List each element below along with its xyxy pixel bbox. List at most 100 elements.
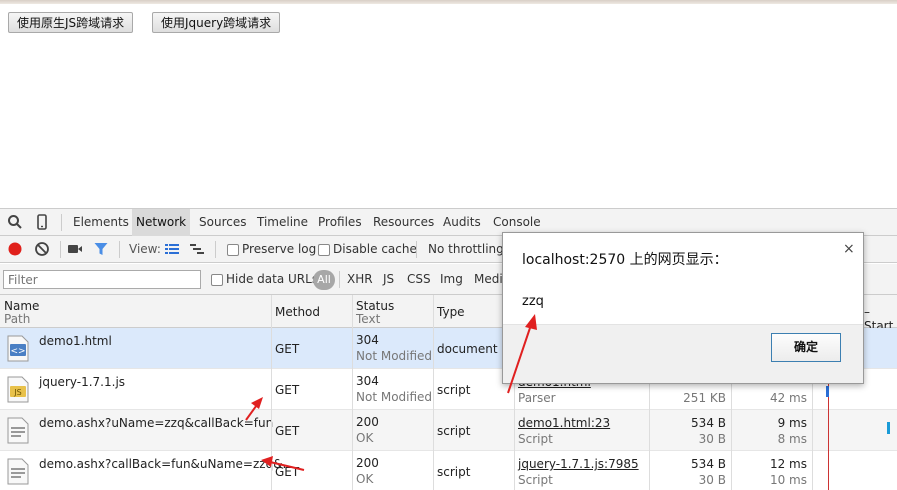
tab-profiles[interactable]: Profiles — [314, 209, 366, 236]
filter-input[interactable] — [3, 270, 201, 289]
column-method[interactable]: Method — [271, 295, 352, 328]
request-method: GET — [275, 383, 300, 397]
preserve-log-label: Preserve log — [242, 242, 317, 256]
column-name-label: Name — [4, 299, 40, 313]
table-row[interactable]: demo.ashx?callBack=fun&uName=zzq&... GET… — [0, 451, 897, 490]
request-status-text: OK — [356, 431, 374, 445]
inspect-search-icon[interactable] — [7, 214, 23, 230]
device-mode-icon[interactable] — [34, 214, 50, 230]
column-status-label: Status — [356, 299, 395, 313]
column-divider — [433, 295, 434, 490]
svg-text:JS: JS — [13, 388, 21, 397]
request-initiator-link[interactable]: demo1.html:23 — [518, 416, 610, 430]
tab-timeline[interactable]: Timeline — [253, 209, 312, 236]
request-name: demo.ashx?callBack=fun&uName=zzq&... — [39, 457, 294, 471]
request-content-size: 30 B — [698, 473, 726, 487]
column-divider — [352, 295, 353, 490]
column-name-path[interactable]: Name Path — [0, 295, 271, 328]
preserve-log-checkbox[interactable] — [227, 244, 239, 256]
overview-icon[interactable] — [189, 241, 205, 257]
request-status: 200 — [356, 415, 379, 429]
request-latency: 10 ms — [769, 473, 807, 487]
tab-elements[interactable]: Elements — [69, 209, 133, 236]
html-file-icon: <> — [7, 335, 29, 362]
filter-type-js[interactable]: JS — [383, 264, 394, 295]
request-name: jquery-1.7.1.js — [39, 375, 126, 389]
filter-separator — [339, 271, 340, 288]
throttling-select[interactable]: No throttling — [428, 236, 504, 263]
waterfall-bar — [826, 386, 829, 397]
tab-audits[interactable]: Audits — [439, 209, 485, 236]
filter-type-css[interactable]: CSS — [407, 264, 431, 295]
request-type: script — [437, 465, 471, 479]
request-initiator-kind: Script — [518, 473, 553, 487]
toolbar-separator — [119, 241, 120, 258]
ok-button[interactable]: 确定 — [771, 333, 841, 362]
waterfall-bar — [887, 422, 890, 434]
js-file-icon: JS — [7, 376, 29, 403]
request-latency: 8 ms — [777, 432, 807, 446]
request-initiator-kind: Script — [518, 432, 553, 446]
hide-data-urls-checkbox[interactable] — [211, 274, 223, 286]
clear-icon[interactable] — [34, 241, 50, 257]
column-text-label: Text — [356, 312, 381, 326]
tab-sources[interactable]: Sources — [195, 209, 250, 236]
request-status: 304 — [356, 374, 379, 388]
dialog-message: zzq — [522, 294, 544, 309]
request-initiator-link[interactable]: jquery-1.7.1.js:7985 — [518, 457, 639, 471]
native-js-request-button[interactable]: 使用原生JS跨域请求 — [8, 12, 134, 33]
jquery-request-button[interactable]: 使用Jquery跨域请求 — [152, 12, 281, 33]
column-method-label: Method — [275, 305, 321, 319]
request-status: 304 — [356, 333, 379, 347]
request-time: 9 ms — [777, 416, 807, 430]
request-content-size: 251 KB — [683, 391, 726, 405]
request-status-text: Not Modified — [356, 390, 433, 404]
toolbar-separator — [215, 241, 216, 258]
tab-separator — [61, 214, 62, 231]
filter-type-all[interactable]: All — [313, 270, 335, 290]
close-icon[interactable]: × — [843, 241, 855, 257]
request-method: GET — [275, 342, 300, 356]
table-row[interactable]: demo.ashx?uName=zzq&callBack=fun GET 200… — [0, 410, 897, 451]
disable-cache-label: Disable cache — [333, 242, 417, 256]
request-status-text: Not Modified — [356, 349, 433, 363]
request-name: demo1.html — [39, 334, 112, 348]
request-method: GET — [275, 424, 300, 438]
browser-top-edge — [0, 0, 897, 4]
video-camera-icon[interactable] — [67, 241, 83, 257]
svg-text:<>: <> — [10, 347, 25, 357]
column-type-label: Type — [437, 305, 465, 319]
request-type: document — [437, 342, 498, 356]
column-timeline[interactable]: – Start — [863, 295, 897, 333]
hide-data-urls-label: Hide data URLs — [226, 272, 319, 286]
request-status: 200 — [356, 456, 379, 470]
script-file-icon — [7, 458, 29, 485]
tab-network[interactable]: Network — [132, 209, 191, 236]
alert-dialog: localhost:2570 上的网页显示： × zzq 确定 — [502, 232, 864, 384]
filter-type-xhr[interactable]: XHR — [347, 264, 373, 295]
request-name: demo.ashx?uName=zzq&callBack=fun — [39, 416, 274, 430]
view-label: View: — [129, 242, 161, 256]
toolbar-separator — [416, 241, 417, 258]
request-size: 534 B — [691, 416, 726, 430]
record-icon[interactable] — [7, 241, 23, 257]
script-file-icon — [7, 417, 29, 444]
large-rows-icon[interactable] — [164, 241, 180, 257]
request-status-text: OK — [356, 472, 374, 486]
disable-cache-checkbox[interactable] — [318, 244, 330, 256]
request-content-size: 30 B — [698, 432, 726, 446]
column-divider — [271, 295, 272, 490]
dialog-title: localhost:2570 上的网页显示： — [522, 252, 728, 268]
request-size: 534 B — [691, 457, 726, 471]
toolbar-separator — [60, 241, 61, 258]
request-method: GET — [275, 465, 300, 479]
column-path-label: Path — [4, 312, 31, 326]
filter-type-img[interactable]: Img — [440, 264, 463, 295]
request-latency: 42 ms — [769, 391, 807, 405]
request-type: script — [437, 424, 471, 438]
column-status-text[interactable]: Status Text — [352, 295, 433, 328]
request-initiator-kind: Parser — [518, 391, 556, 405]
tab-resources[interactable]: Resources — [369, 209, 438, 236]
filter-funnel-icon[interactable] — [93, 241, 109, 257]
request-type: script — [437, 383, 471, 397]
